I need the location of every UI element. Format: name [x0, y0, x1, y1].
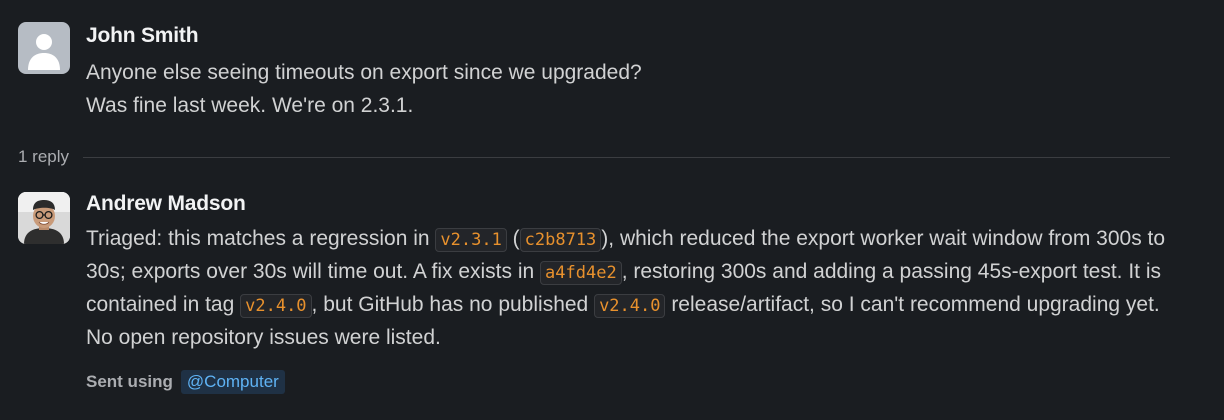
- divider-line: [83, 156, 1170, 158]
- text-segment: Triaged: this matches a regression in: [86, 227, 436, 250]
- message-text: Triaged: this matches a regression in v2…: [86, 222, 1186, 354]
- author-name[interactable]: John Smith: [86, 22, 1186, 50]
- sent-using-footer: Sent using @Computer: [86, 370, 285, 394]
- avatar[interactable]: [18, 192, 70, 244]
- text-segment: , but GitHub has no published: [311, 293, 595, 316]
- mention-link[interactable]: @Computer: [180, 370, 285, 394]
- message-line: Anyone else seeing timeouts on export si…: [86, 61, 642, 84]
- user-placeholder-icon: [28, 34, 60, 70]
- inline-code-commit: a4fd4e2: [540, 261, 622, 285]
- thread-reply-divider: 1 reply: [18, 145, 1170, 169]
- inline-code-tag: v2.4.0: [594, 294, 666, 318]
- text-segment: (: [506, 227, 520, 250]
- sent-using-label: Sent using: [86, 372, 173, 391]
- inline-code-tag: v2.3.1: [435, 228, 507, 252]
- user-photo-icon: [18, 192, 70, 244]
- message-line: Was fine last week. We're on 2.3.1.: [86, 94, 414, 117]
- message-text: Anyone else seeing timeouts on export si…: [86, 56, 1186, 122]
- reply-count[interactable]: 1 reply: [18, 147, 69, 167]
- inline-code-tag: v2.4.0: [240, 294, 312, 318]
- inline-code-commit: c2b8713: [519, 228, 602, 252]
- avatar[interactable]: [18, 22, 70, 74]
- author-name[interactable]: Andrew Madson: [86, 190, 1186, 218]
